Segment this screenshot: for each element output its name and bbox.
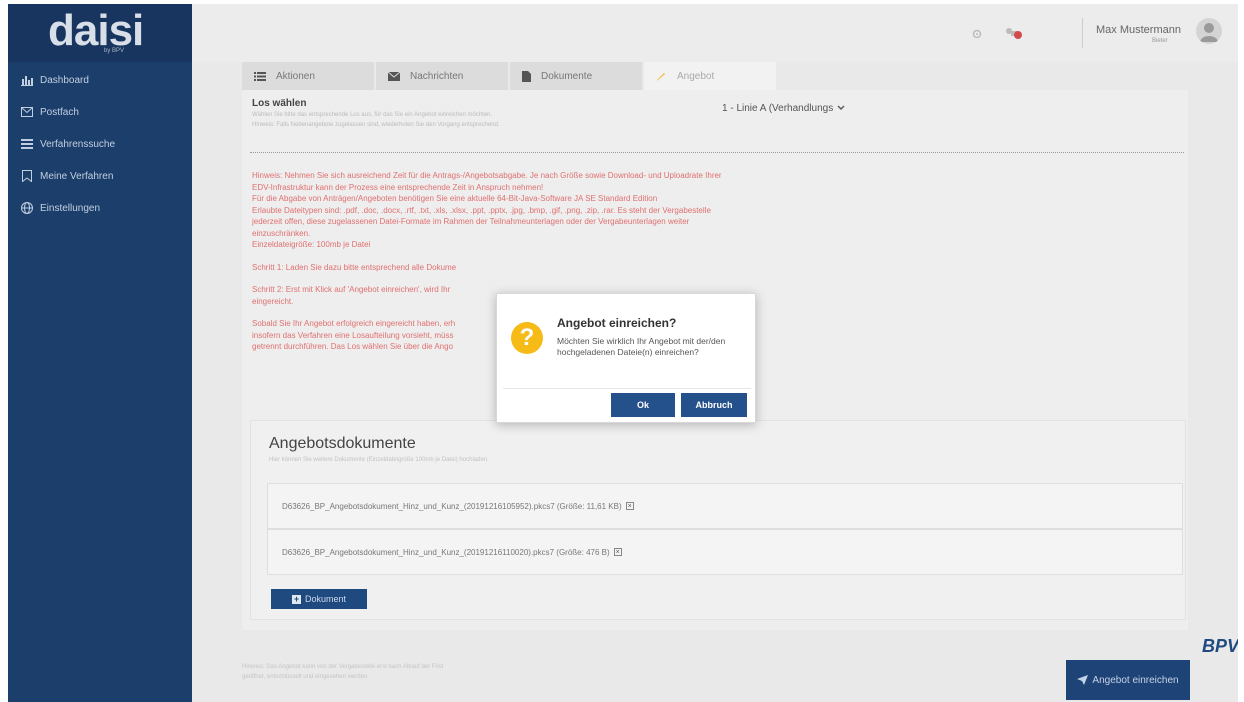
cancel-button[interactable]: Abbruch — [681, 393, 747, 417]
dialog-divider — [503, 388, 751, 389]
dialog-title: Angebot einreichen? — [557, 316, 677, 330]
question-icon: ? — [511, 322, 543, 354]
ok-button[interactable]: Ok — [611, 393, 675, 417]
app-frame: daisi by BPV Dashboard Postfach Verfahre… — [8, 4, 1238, 702]
dialog-message: Möchten Sie wirklich Ihr Angebot mit der… — [557, 336, 726, 357]
confirm-dialog: ? Angebot einreichen? Möchten Sie wirkli… — [496, 293, 756, 423]
